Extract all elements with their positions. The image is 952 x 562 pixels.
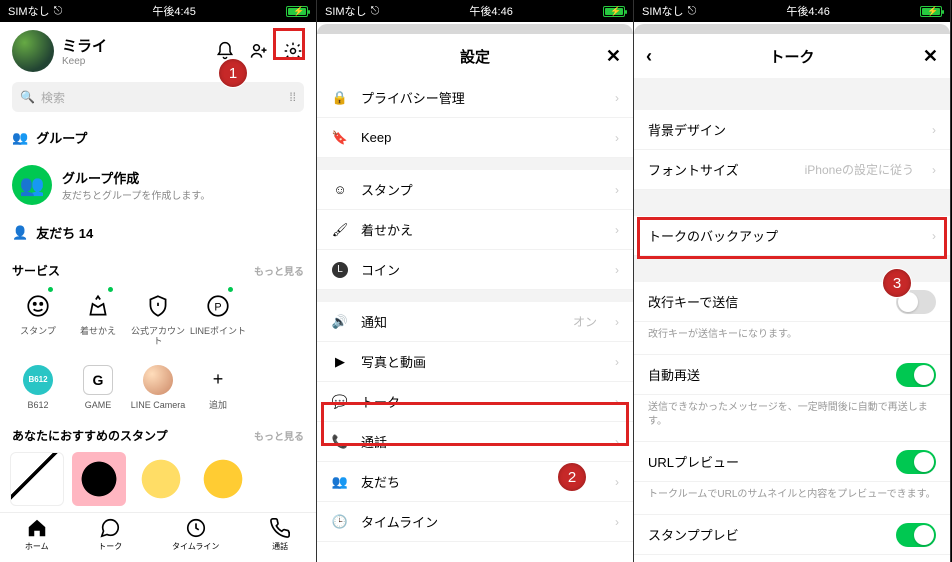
add-friend-icon[interactable]	[248, 40, 270, 62]
row-stamp-preview[interactable]: スタンププレビ	[634, 515, 950, 555]
wifi-icon: ⎋	[688, 5, 697, 18]
home-header: ミライ Keep	[0, 22, 316, 76]
avatar[interactable]	[12, 30, 54, 72]
stamp-thumb[interactable]	[134, 452, 188, 506]
services-grid: スタンプ 着せかえ 公式アカウント PLINEポイント B612B612 GGA…	[0, 283, 316, 417]
row-talk-backup[interactable]: トークのバックアップ›	[634, 216, 950, 256]
row-photo-video[interactable]: ▶写真と動画›	[317, 342, 633, 382]
row-privacy[interactable]: 🔒プライバシー管理›	[317, 78, 633, 118]
stamp-thumb[interactable]	[196, 452, 250, 506]
annotation-badge-2: 2	[557, 462, 587, 492]
close-icon[interactable]: ✕	[923, 46, 938, 67]
search-input[interactable]: 🔍 検索 ⁞⁞	[12, 82, 304, 112]
brush-icon: 🖌	[331, 221, 349, 239]
tab-talk[interactable]: トーク	[98, 517, 122, 562]
status-bar: SIMなし⎋ 午後4:46 ⚡	[634, 0, 950, 22]
scan-icon[interactable]: ⁞⁞	[289, 90, 296, 104]
annotation-badge-1: 1	[218, 58, 248, 88]
clock-text: 午後4:45	[152, 3, 195, 19]
tab-home[interactable]: ホーム	[25, 517, 49, 562]
talk-header: ‹ トーク ✕	[634, 34, 950, 78]
service-theme[interactable]: 着せかえ	[68, 289, 128, 347]
group-icon: 👥	[12, 130, 28, 146]
coin-icon: L	[331, 261, 349, 279]
battery-icon: ⚡	[286, 6, 308, 17]
service-points[interactable]: PLINEポイント	[188, 289, 248, 347]
search-placeholder: 検索	[41, 89, 65, 106]
tab-bar: ホーム トーク タイムライン 通話	[0, 512, 316, 562]
row-bg-design[interactable]: 背景デザイン›	[634, 110, 950, 150]
row-coin[interactable]: Lコイン›	[317, 250, 633, 290]
service-b612[interactable]: B612B612	[8, 363, 68, 411]
play-icon: ▶	[331, 353, 349, 371]
row-talk[interactable]: 💬トーク›	[317, 382, 633, 422]
phone-icon: 📞	[331, 433, 349, 451]
chevron-right-icon: ›	[615, 91, 619, 105]
annotation-badge-3: 3	[882, 268, 912, 298]
services-header: サービス もっと見る	[0, 252, 316, 283]
stamp-thumb[interactable]	[10, 452, 64, 506]
group-create-icon: 👥	[12, 165, 52, 205]
row-theme[interactable]: 🖌着せかえ›	[317, 210, 633, 250]
settings-header: 設定 ✕	[317, 34, 633, 78]
settings-title: 設定	[460, 46, 490, 67]
service-game[interactable]: GGAME	[68, 363, 128, 411]
toggle-auto-resend[interactable]	[896, 363, 936, 387]
toggle-url-preview[interactable]	[896, 450, 936, 474]
row-timeline[interactable]: 🕒タイムライン›	[317, 502, 633, 542]
row-auto-resend[interactable]: 自動再送	[634, 355, 950, 395]
tab-timeline[interactable]: タイムライン	[172, 517, 219, 562]
row-call[interactable]: 📞通話›	[317, 422, 633, 462]
screen-settings: SIMなし⎋ 午後4:46 ⚡ 設定 ✕ 🔒プライバシー管理› 🔖Keep› ☺…	[317, 0, 634, 562]
row-notifications[interactable]: 🔊通知オン›	[317, 302, 633, 342]
service-add[interactable]: +追加	[188, 363, 248, 411]
tab-call[interactable]: 通話	[269, 517, 291, 562]
carrier-text: SIMなし	[8, 3, 50, 19]
chat-icon: 💬	[331, 393, 349, 411]
friend-icon: 👤	[12, 225, 28, 241]
svg-text:P: P	[214, 301, 221, 313]
row-keep[interactable]: 🔖Keep›	[317, 118, 633, 158]
service-official[interactable]: 公式アカウント	[128, 289, 188, 347]
stamp-thumb[interactable]	[72, 452, 126, 506]
service-stamp[interactable]: スタンプ	[8, 289, 68, 347]
toggle-stamp-preview[interactable]	[896, 523, 936, 547]
talk-title: トーク	[769, 46, 814, 67]
close-icon[interactable]: ✕	[606, 46, 621, 67]
service-camera[interactable]: LINE Camera	[128, 363, 188, 411]
row-font-size[interactable]: フォントサイズiPhoneの設定に従う›	[634, 150, 950, 190]
friends-header[interactable]: 👤 友だち 14	[0, 213, 316, 252]
gear-icon[interactable]	[282, 40, 304, 62]
status-bar: SIMなし ⎋ 午後4:45 ⚡	[0, 0, 316, 22]
screen-home: SIMなし ⎋ 午後4:45 ⚡ ミライ Keep 1 🔍 検索 ⁞⁞ 👥 グルー…	[0, 0, 317, 562]
wifi-icon: ⎋	[371, 5, 380, 18]
profile-name: ミライ	[62, 35, 107, 56]
row-stamp[interactable]: ☺スタンプ›	[317, 170, 633, 210]
bookmark-icon: 🔖	[331, 129, 349, 147]
smile-icon: ☺	[331, 181, 349, 199]
back-icon[interactable]: ‹	[646, 46, 652, 67]
group-create-row[interactable]: 👥 グループ作成 友だちとグループを作成します。	[0, 157, 316, 213]
row-url-preview[interactable]: URLプレビュー	[634, 442, 950, 482]
recommend-header: あなたにおすすめのスタンプ もっと見る	[0, 417, 316, 448]
clock-icon: 🕒	[331, 513, 349, 531]
friends-icon: 👥	[331, 473, 349, 491]
screen-talk-settings: SIMなし⎋ 午後4:46 ⚡ ‹ トーク ✕ 背景デザイン› フォントサイズi…	[634, 0, 951, 562]
search-icon: 🔍	[20, 90, 35, 104]
profile-keep[interactable]: Keep	[62, 56, 107, 67]
stamp-recommend-row	[0, 448, 316, 510]
see-more-link[interactable]: もっと見る	[254, 263, 304, 278]
wifi-icon: ⎋	[54, 5, 63, 18]
lock-icon: 🔒	[331, 89, 349, 107]
speaker-icon: 🔊	[331, 313, 349, 331]
status-bar: SIMなし⎋ 午後4:46 ⚡	[317, 0, 633, 22]
groups-header[interactable]: 👥 グループ	[0, 118, 316, 157]
